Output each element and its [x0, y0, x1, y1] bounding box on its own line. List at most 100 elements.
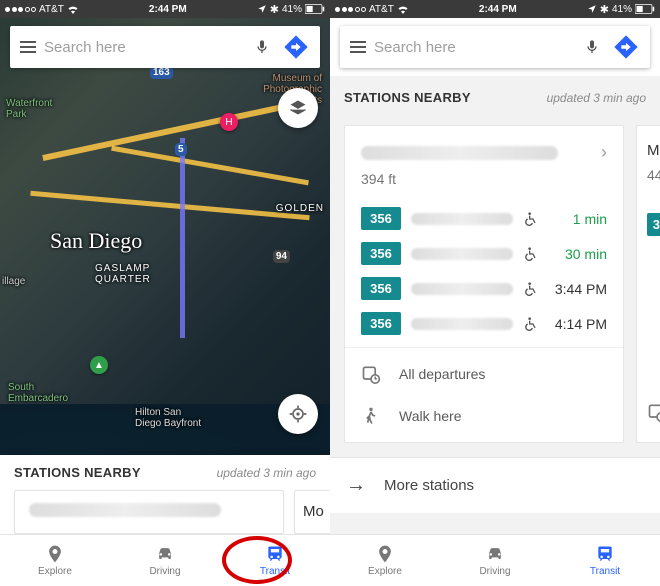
wheelchair-icon — [523, 211, 539, 227]
search-bar[interactable]: Search here — [340, 26, 650, 68]
status-time: 2:44 PM — [149, 4, 187, 15]
map[interactable]: 163 5 94 Museum of Photographic Arts Wat… — [0, 18, 330, 534]
route-row[interactable]: 356 4:14 PM — [361, 306, 607, 341]
route-row[interactable]: 356 30 min — [361, 236, 607, 271]
route-badge: 356 — [361, 312, 401, 335]
transit-icon — [594, 544, 616, 564]
nav-explore-label: Explore — [38, 566, 72, 577]
route-row[interactable]: 356 1 min — [361, 201, 607, 236]
station-card-peek[interactable]: Mo — [294, 490, 330, 534]
walk-icon — [361, 406, 381, 426]
wheelchair-icon — [523, 281, 539, 297]
walk-here-label: Walk here — [399, 408, 462, 424]
nav-explore[interactable]: Explore — [330, 535, 440, 586]
screen-transit: AT&T 2:44 PM ✱ 41% Search here STATIONS … — [330, 0, 660, 586]
station-cards-scroller[interactable]: › 394 ft 356 1 min 356 30 mi — [344, 125, 660, 443]
route-row[interactable]: 356 3:44 PM — [361, 271, 607, 306]
village-label: illage — [2, 276, 25, 287]
mic-icon[interactable] — [584, 37, 600, 57]
poi-marker-green[interactable]: ▲ — [90, 356, 108, 374]
battery-icon — [635, 4, 655, 14]
wheelchair-icon — [523, 246, 539, 262]
status-left: AT&T — [335, 4, 409, 15]
route-shield-i5: 5 — [175, 143, 187, 156]
nav-transit[interactable]: Transit — [550, 535, 660, 586]
station-card-peek[interactable]: Mo 443 35 — [636, 125, 660, 443]
status-left: AT&T — [5, 4, 79, 15]
menu-icon[interactable] — [20, 41, 36, 53]
car-icon — [484, 544, 506, 564]
more-stations-button[interactable]: → More stations — [330, 457, 660, 513]
route-dest-redacted — [411, 283, 513, 295]
more-stations-label: More stations — [384, 477, 474, 494]
search-bar-wrap: Search here — [330, 18, 660, 76]
route-dest-redacted — [411, 318, 513, 330]
peek-distance: 443 — [647, 167, 660, 183]
battery-icon — [305, 4, 325, 14]
nav-driving[interactable]: Driving — [110, 535, 220, 586]
station-name-redacted — [29, 503, 221, 517]
status-right: ✱ 41% — [587, 3, 655, 16]
walk-here-button[interactable]: Walk here — [345, 400, 623, 442]
peek-name: Mo — [647, 142, 660, 159]
search-bar-wrap: Search here — [0, 18, 330, 76]
route-dest-redacted — [411, 213, 513, 225]
directions-button[interactable] — [608, 29, 644, 65]
stations-title: STATIONS NEARBY — [344, 90, 471, 105]
wifi-icon — [397, 4, 409, 14]
stations-updated: updated 3 min ago — [547, 91, 646, 105]
route-dest-redacted — [411, 248, 513, 260]
chevron-right-icon[interactable]: › — [601, 142, 607, 163]
nav-explore[interactable]: Explore — [0, 535, 110, 586]
arrow-right-icon: → — [346, 474, 366, 497]
status-time: 2:44 PM — [479, 4, 517, 15]
location-arrow-icon — [587, 4, 597, 14]
route-badge-peek: 35 — [647, 213, 660, 236]
stations-nearby-panel[interactable]: STATIONS NEARBY updated 3 min ago Mo — [0, 455, 330, 534]
wheelchair-icon — [523, 316, 539, 332]
status-right: ✱ 41% — [257, 3, 325, 16]
signal-dots-icon — [335, 7, 366, 12]
pin-icon — [44, 544, 66, 564]
transit-icon — [264, 544, 286, 564]
poi-marker-pink[interactable]: H — [220, 113, 238, 131]
schedule-icon — [647, 402, 660, 422]
station-name-redacted — [361, 146, 558, 160]
mic-icon[interactable] — [254, 37, 270, 57]
stations-header: STATIONS NEARBY updated 3 min ago — [344, 76, 660, 115]
route-time: 30 min — [549, 246, 607, 262]
all-departures-label: All departures — [399, 366, 485, 382]
nav-driving-label: Driving — [149, 566, 180, 577]
waterfront-label: Waterfront Park — [6, 98, 52, 120]
station-card[interactable] — [14, 490, 284, 534]
route-badge: 356 — [361, 277, 401, 300]
all-departures-button[interactable]: All departures — [345, 347, 623, 400]
nav-transit[interactable]: Transit — [220, 535, 330, 586]
my-location-button[interactable] — [278, 394, 318, 434]
search-bar[interactable]: Search here — [10, 26, 320, 68]
route-time: 3:44 PM — [549, 281, 607, 297]
route-badge: 356 — [361, 207, 401, 230]
directions-button[interactable] — [278, 29, 314, 65]
status-bar: AT&T 2:44 PM ✱ 41% — [330, 0, 660, 18]
pin-icon — [374, 544, 396, 564]
screen-map: AT&T 2:44 PM ✱ 41% Search here 163 5 — [0, 0, 330, 586]
menu-icon[interactable] — [350, 41, 366, 53]
bottom-nav: Explore Driving Transit — [330, 534, 660, 586]
battery-pct: 41% — [612, 4, 632, 15]
bottom-nav: Explore Driving Transit — [0, 534, 330, 586]
signal-dots-icon — [5, 7, 36, 12]
stations-title: STATIONS NEARBY — [14, 465, 141, 480]
nav-driving[interactable]: Driving — [440, 535, 550, 586]
route-shield-94: 94 — [273, 250, 290, 263]
station-card[interactable]: › 394 ft 356 1 min 356 30 mi — [344, 125, 624, 443]
gaslamp-label: GASLAMP QUARTER — [95, 263, 151, 285]
route-list: 356 1 min 356 30 min 356 — [345, 201, 623, 341]
schedule-icon — [361, 364, 381, 384]
bluetooth-icon: ✱ — [600, 3, 609, 16]
search-input[interactable]: Search here — [44, 39, 246, 56]
layers-button[interactable] — [278, 88, 318, 128]
search-input[interactable]: Search here — [374, 39, 576, 56]
nav-driving-label: Driving — [479, 566, 510, 577]
carrier-label: AT&T — [369, 4, 394, 15]
